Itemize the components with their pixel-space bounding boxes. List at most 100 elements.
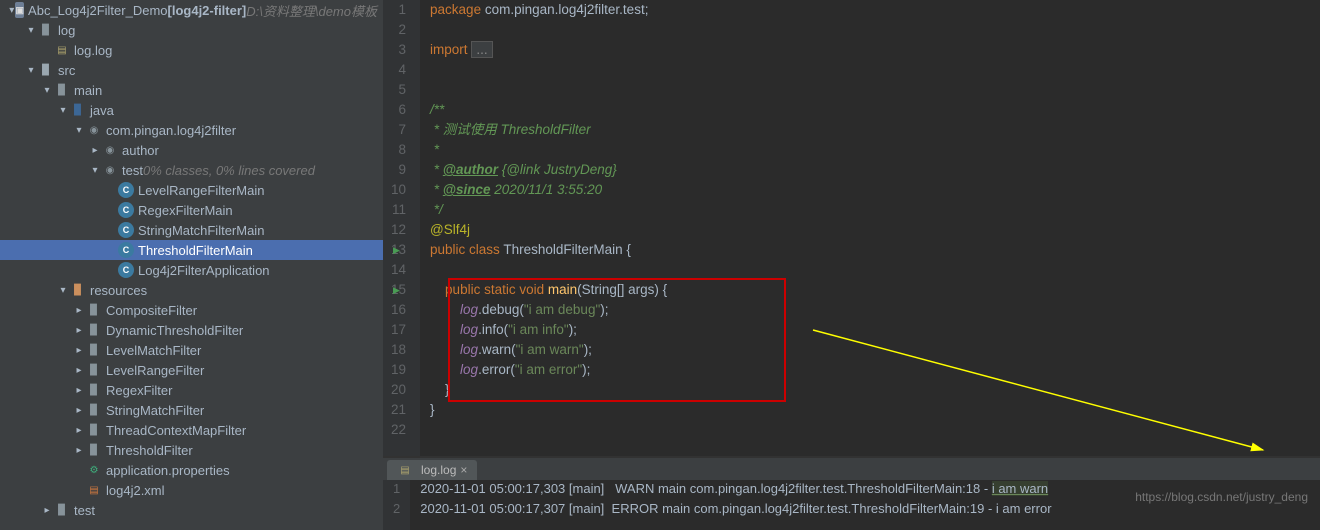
tree-item-label: Log4j2FilterApplication <box>138 263 270 278</box>
expand-arrow-icon[interactable]: ▸ <box>72 385 86 396</box>
gutter-line: 6 <box>391 100 406 120</box>
console-line[interactable]: 2020-11-01 05:00:17,307 [main] ERROR mai… <box>420 500 1320 520</box>
expand-arrow-icon[interactable]: ▾ <box>88 165 102 176</box>
console-tab[interactable]: ▤ log.log × <box>387 460 477 480</box>
tree-item-thresholdfilter[interactable]: ▸▉ThresholdFilter <box>0 440 383 460</box>
tree-item-label: main <box>74 83 102 98</box>
code-line[interactable]: import ... <box>430 40 1320 60</box>
tree-item-threadcontextmapfilter[interactable]: ▸▉ThreadContextMapFilter <box>0 420 383 440</box>
console-gutter-line: 1 <box>393 480 400 500</box>
expand-arrow-icon[interactable]: ▾ <box>56 105 70 116</box>
tree-item-author[interactable]: ▸◉author <box>0 140 383 160</box>
code-line[interactable]: public static void main(String[] args) { <box>430 280 1320 300</box>
code-line[interactable]: package com.pingan.log4j2filter.test; <box>430 0 1320 20</box>
tree-item-log[interactable]: ▾▉log <box>0 20 383 40</box>
console-line[interactable]: 2020-11-01 05:00:17,303 [main] WARN main… <box>420 480 1320 500</box>
tree-item-label: application.properties <box>106 463 230 478</box>
expand-arrow-icon[interactable]: ▾ <box>72 125 86 136</box>
code-line[interactable]: log.warn("i am warn"); <box>430 340 1320 360</box>
console-body[interactable]: 2020-11-01 05:00:17,303 [main] WARN main… <box>410 480 1320 530</box>
tree-item-label: log.log <box>74 43 112 58</box>
code-line[interactable]: * <box>430 140 1320 160</box>
project-tree[interactable]: ▾▣Abc_Log4j2Filter_Demo [log4j2-filter] … <box>0 0 383 530</box>
expand-arrow-icon[interactable]: ▾ <box>8 5 15 16</box>
code-line[interactable] <box>430 420 1320 440</box>
log-file-icon: ▤ <box>397 462 413 478</box>
expand-arrow-icon[interactable]: ▸ <box>72 305 86 316</box>
module-tag: [log4j2-filter] <box>168 3 247 18</box>
expand-arrow-icon[interactable]: ▸ <box>40 505 54 516</box>
tree-item-label: ThreadContextMapFilter <box>106 423 246 438</box>
run-gutter-icon[interactable]: ▶ <box>393 240 400 260</box>
close-icon[interactable]: × <box>460 463 467 477</box>
code-line[interactable]: log.error("i am error"); <box>430 360 1320 380</box>
tree-item-label: ThresholdFilter <box>106 443 193 458</box>
tree-item-levelrangefiltermain[interactable]: CLevelRangeFilterMain <box>0 180 383 200</box>
tree-item-label: DynamicThresholdFilter <box>106 323 243 338</box>
gutter-line: 13▶ <box>391 240 406 260</box>
code-editor[interactable]: 12345678910111213▶1415▶16171819202122 pa… <box>383 0 1320 456</box>
code-line[interactable]: * @author {@link JustryDeng} <box>430 160 1320 180</box>
tree-item-log4j2filterapplication[interactable]: CLog4j2FilterApplication <box>0 260 383 280</box>
tree-item-thresholdfiltermain[interactable]: CThresholdFilterMain <box>0 240 383 260</box>
tree-item-test[interactable]: ▾◉test 0% classes, 0% lines covered <box>0 160 383 180</box>
console-tab-label: log.log <box>421 463 456 477</box>
code-line[interactable] <box>430 20 1320 40</box>
gutter-line: 2 <box>391 20 406 40</box>
tree-item-levelmatchfilter[interactable]: ▸▉LevelMatchFilter <box>0 340 383 360</box>
code-line[interactable] <box>430 260 1320 280</box>
expand-arrow-icon[interactable]: ▸ <box>72 345 86 356</box>
code-line[interactable]: } <box>430 400 1320 420</box>
tree-item-stringmatchfilter[interactable]: ▸▉StringMatchFilter <box>0 400 383 420</box>
tree-item-com-pingan-log4j2filter[interactable]: ▾◉com.pingan.log4j2filter <box>0 120 383 140</box>
tree-item-levelrangefilter[interactable]: ▸▉LevelRangeFilter <box>0 360 383 380</box>
run-gutter-icon[interactable]: ▶ <box>393 280 400 300</box>
tree-item-application-properties[interactable]: ⚙application.properties <box>0 460 383 480</box>
editor-code[interactable]: package com.pingan.log4j2filter.test; imp… <box>420 0 1320 456</box>
tree-item-compositefilter[interactable]: ▸▉CompositeFilter <box>0 300 383 320</box>
tree-item-label: test <box>122 163 143 178</box>
tree-item-stringmatchfiltermain[interactable]: CStringMatchFilterMain <box>0 220 383 240</box>
gutter-line: 21 <box>391 400 406 420</box>
expand-arrow-icon[interactable]: ▸ <box>88 145 102 156</box>
code-line[interactable]: */ <box>430 200 1320 220</box>
code-line[interactable]: log.info("i am info"); <box>430 320 1320 340</box>
tree-item-log-log[interactable]: ▤log.log <box>0 40 383 60</box>
code-line[interactable]: * 测试使用 ThresholdFilter <box>430 120 1320 140</box>
code-line[interactable]: } <box>430 380 1320 400</box>
tree-item-dynamicthresholdfilter[interactable]: ▸▉DynamicThresholdFilter <box>0 320 383 340</box>
expand-arrow-icon[interactable]: ▸ <box>72 325 86 336</box>
code-line[interactable] <box>430 60 1320 80</box>
gutter-line: 5 <box>391 80 406 100</box>
expand-arrow-icon[interactable]: ▸ <box>72 445 86 456</box>
code-line[interactable]: /** <box>430 100 1320 120</box>
tree-item-main[interactable]: ▾▉main <box>0 80 383 100</box>
tree-item-label: LevelRangeFilterMain <box>138 183 264 198</box>
tree-item-abc-log4j2filter-demo[interactable]: ▾▣Abc_Log4j2Filter_Demo [log4j2-filter] … <box>0 0 383 20</box>
tree-item-src[interactable]: ▾▉src <box>0 60 383 80</box>
tree-item-label: src <box>58 63 75 78</box>
code-line[interactable] <box>430 80 1320 100</box>
code-line[interactable]: @Slf4j <box>430 220 1320 240</box>
tree-item-label: CompositeFilter <box>106 303 197 318</box>
expand-arrow-icon[interactable]: ▸ <box>72 425 86 436</box>
expand-arrow-icon[interactable]: ▸ <box>72 405 86 416</box>
gutter-line: 4 <box>391 60 406 80</box>
tree-item-regexfiltermain[interactable]: CRegexFilterMain <box>0 200 383 220</box>
expand-arrow-icon[interactable]: ▾ <box>24 65 38 76</box>
expand-arrow-icon[interactable]: ▾ <box>24 25 38 36</box>
code-line[interactable]: * @since 2020/11/1 3:55:20 <box>430 180 1320 200</box>
expand-arrow-icon[interactable]: ▾ <box>40 85 54 96</box>
editor-gutter: 12345678910111213▶1415▶16171819202122 <box>383 0 420 456</box>
expand-arrow-icon[interactable]: ▸ <box>72 365 86 376</box>
expand-arrow-icon[interactable]: ▾ <box>56 285 70 296</box>
console-output[interactable]: 12 2020-11-01 05:00:17,303 [main] WARN m… <box>383 480 1320 530</box>
tree-item-resources[interactable]: ▾▉resources <box>0 280 383 300</box>
code-line[interactable]: public class ThresholdFilterMain { <box>430 240 1320 260</box>
tree-item-test[interactable]: ▸▉test <box>0 500 383 520</box>
tree-item-log4j2-xml[interactable]: ▤log4j2.xml <box>0 480 383 500</box>
tree-item-label: RegexFilter <box>106 383 172 398</box>
tree-item-regexfilter[interactable]: ▸▉RegexFilter <box>0 380 383 400</box>
code-line[interactable]: log.debug("i am debug"); <box>430 300 1320 320</box>
tree-item-java[interactable]: ▾▉java <box>0 100 383 120</box>
